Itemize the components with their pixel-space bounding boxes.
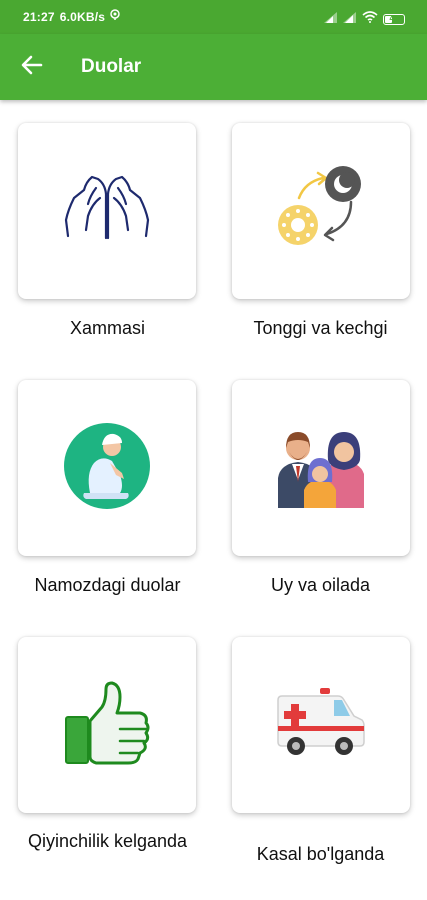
category-card-xammasi[interactable] xyxy=(18,123,196,299)
praying-hands-icon xyxy=(62,174,152,249)
status-left: 21:27 6.0KB/s xyxy=(23,9,120,24)
category-card-uy-va-oilada[interactable] xyxy=(232,380,410,556)
category-card-tonggi-va-kechgi[interactable] xyxy=(232,123,410,299)
day-night-cycle-icon xyxy=(271,164,371,259)
family-icon xyxy=(276,424,366,513)
status-right: 41 xyxy=(324,10,405,28)
thumbs-up-icon xyxy=(62,681,152,770)
signal-icon xyxy=(324,10,338,28)
category-label: Uy va oilada xyxy=(270,575,371,595)
category-label: Namozdagi duolar xyxy=(34,575,181,595)
page-title: Duolar xyxy=(81,56,142,77)
wifi-icon xyxy=(362,10,378,28)
category-card-kasal-bolganda[interactable] xyxy=(232,637,410,813)
battery-level: 41 xyxy=(389,13,399,23)
status-time: 21:27 xyxy=(23,9,55,24)
location-icon xyxy=(110,9,120,24)
back-button[interactable] xyxy=(12,47,52,87)
category-label: Xammasi xyxy=(69,318,145,338)
battery-icon: 41 xyxy=(383,13,405,25)
ambulance-icon xyxy=(276,687,366,763)
status-bar: 21:27 6.0KB/s 41 xyxy=(0,0,427,34)
category-label: Tonggi va kechgi xyxy=(253,318,388,338)
category-card-qiyinchilik-kelganda[interactable] xyxy=(18,637,196,813)
arrow-left-icon xyxy=(21,55,43,80)
category-card-namozdagi-duolar[interactable] xyxy=(18,380,196,556)
category-label: Qiyinchilik kelganda xyxy=(27,831,188,851)
status-speed: 6.0KB/s xyxy=(59,9,106,24)
praying-person-icon xyxy=(62,421,152,516)
category-label: Kasal bo'lganda xyxy=(256,844,385,864)
app-bar: Duolar xyxy=(0,34,427,100)
signal-icon xyxy=(343,10,357,28)
